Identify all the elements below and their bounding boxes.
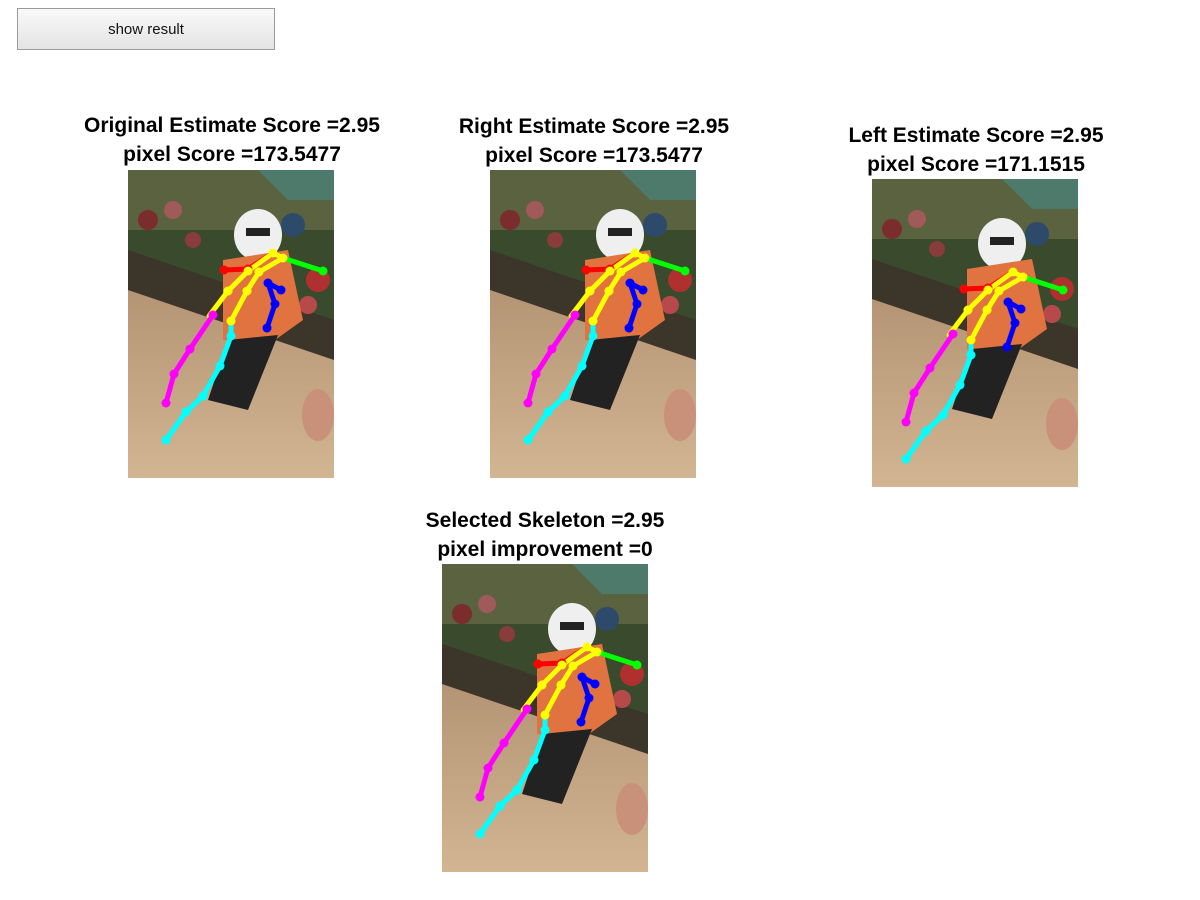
original-estimate-image — [128, 170, 334, 478]
right-pixel-score: pixel Score =173.5477 — [485, 144, 703, 167]
left-estimate-score: Left Estimate Score =2.95 — [848, 124, 1104, 147]
selected-skeleton-image — [442, 564, 648, 872]
show-result-button[interactable]: show result — [17, 8, 275, 50]
left-estimate-image — [872, 179, 1078, 487]
right-estimate-image — [490, 170, 696, 478]
pose-photo — [128, 170, 334, 478]
selected-skeleton-score: Selected Skeleton =2.95 — [425, 509, 665, 532]
right-estimate-score: Right Estimate Score =2.95 — [458, 115, 730, 138]
pose-photo — [442, 564, 648, 872]
right-estimate-title: Right Estimate Score =2.95 pixel Score =… — [414, 112, 774, 170]
original-pixel-score: pixel Score =173.5477 — [123, 143, 341, 166]
left-estimate-title: Left Estimate Score =2.95 pixel Score =1… — [796, 121, 1156, 179]
selected-skeleton-title: Selected Skeleton =2.95 pixel improvemen… — [365, 506, 725, 564]
selected-pixel-improvement: pixel improvement =0 — [437, 538, 653, 561]
pose-photo — [490, 170, 696, 478]
left-pixel-score: pixel Score =171.1515 — [867, 153, 1085, 176]
pose-photo — [872, 179, 1078, 487]
original-estimate-score: Original Estimate Score =2.95 — [84, 114, 380, 137]
original-estimate-title: Original Estimate Score =2.95 pixel Scor… — [52, 111, 412, 169]
